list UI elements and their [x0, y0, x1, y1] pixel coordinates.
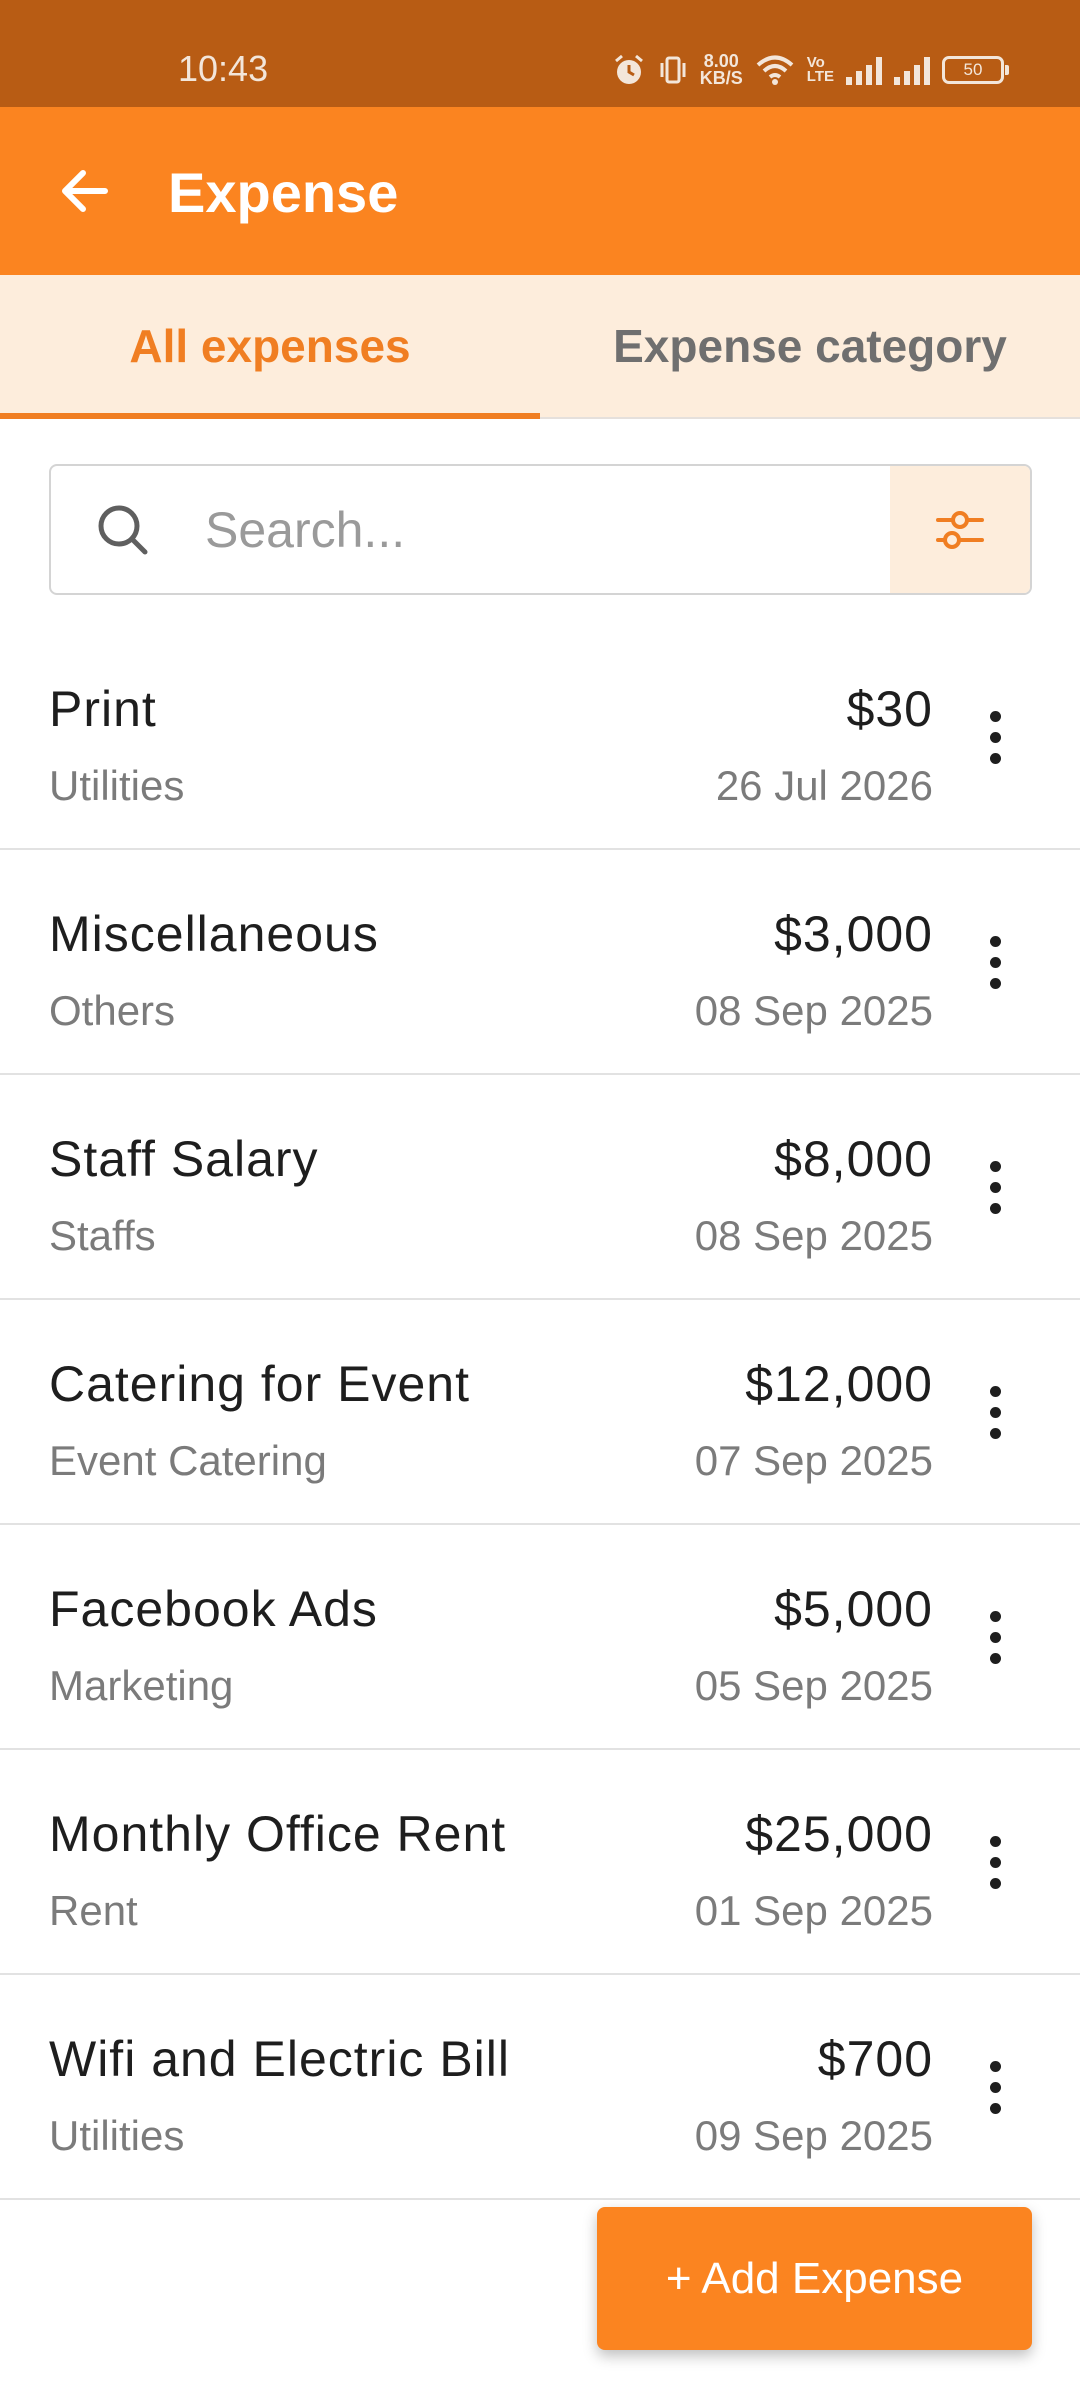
signal-icon — [894, 55, 930, 85]
expense-category: Rent — [49, 1887, 138, 1934]
expense-amount: $25,000 — [745, 1806, 933, 1862]
tab-all-expenses[interactable]: All expenses — [0, 275, 540, 419]
wifi-icon — [756, 55, 794, 85]
app-bar: Expense — [0, 107, 1080, 275]
list-item[interactable]: Monthly Office Rent Rent $25,000 01 Sep … — [0, 1750, 1080, 1975]
expense-category: Marketing — [49, 1662, 234, 1709]
expense-amount: $30 — [846, 681, 933, 737]
expense-amount: $3,000 — [774, 906, 933, 962]
expense-date: 09 Sep 2025 — [694, 2112, 933, 2159]
more-options-icon[interactable] — [970, 1362, 1020, 1462]
vibrate-icon — [660, 56, 686, 84]
expense-title: Wifi and Electric Bill — [49, 2031, 510, 2087]
more-options-icon[interactable] — [970, 912, 1020, 1012]
sliders-icon — [936, 510, 984, 549]
expense-title: Staff Salary — [49, 1131, 319, 1187]
more-options-icon[interactable] — [970, 2037, 1020, 2137]
expense-amount: $700 — [817, 2031, 933, 2087]
expense-amount: $8,000 — [774, 1131, 933, 1187]
expense-date: 26 Jul 2026 — [715, 762, 933, 809]
more-options-icon[interactable] — [970, 687, 1020, 787]
list-item[interactable]: Catering for Event Event Catering $12,00… — [0, 1300, 1080, 1525]
list-item[interactable]: Print Utilities $30 26 Jul 2026 — [0, 625, 1080, 850]
list-item[interactable]: Wifi and Electric Bill Utilities $700 09… — [0, 1975, 1080, 2200]
arrow-left-icon — [62, 170, 108, 212]
status-icons: 8.00 KB/S Vo LTE 50 — [612, 50, 1009, 90]
add-expense-button[interactable]: + Add Expense — [597, 2207, 1032, 2350]
back-button[interactable] — [52, 159, 116, 223]
expense-date: 08 Sep 2025 — [694, 1212, 933, 1259]
volte-indicator: Vo LTE — [806, 54, 834, 85]
expense-category: Staffs — [49, 1212, 156, 1259]
network-speed: 8.00 KB/S — [699, 51, 743, 88]
list-item[interactable]: Facebook Ads Marketing $5,000 05 Sep 202… — [0, 1525, 1080, 1750]
more-options-icon[interactable] — [970, 1587, 1020, 1687]
alarm-icon — [614, 54, 643, 84]
status-bar: 10:43 8.00 KB/S Vo LTE 50 — [0, 0, 1080, 107]
more-options-icon[interactable] — [970, 1137, 1020, 1237]
page-title: Expense — [168, 161, 399, 224]
expense-date: 07 Sep 2025 — [694, 1437, 933, 1484]
expense-list: Print Utilities $30 26 Jul 2026 Miscella… — [0, 625, 1080, 2200]
expense-title: Monthly Office Rent — [49, 1806, 507, 1862]
list-item[interactable]: Staff Salary Staffs $8,000 08 Sep 2025 — [0, 1075, 1080, 1300]
more-options-icon[interactable] — [970, 1812, 1020, 1912]
search-bar — [49, 464, 1032, 595]
expense-title: Catering for Event — [49, 1356, 470, 1412]
signal-icon — [846, 55, 882, 85]
expense-date: 08 Sep 2025 — [694, 987, 933, 1034]
expense-date: 01 Sep 2025 — [694, 1887, 933, 1934]
filter-button[interactable] — [890, 466, 1030, 593]
expense-title: Print — [49, 681, 157, 737]
expense-category: Utilities — [49, 762, 185, 809]
tab-expense-category[interactable]: Expense category — [540, 275, 1080, 417]
expense-title: Facebook Ads — [49, 1581, 378, 1637]
battery-icon: 50 — [942, 56, 1009, 84]
list-item[interactable]: Miscellaneous Others $3,000 08 Sep 2025 — [0, 850, 1080, 1075]
expense-amount: $12,000 — [745, 1356, 933, 1412]
expense-category: Event Catering — [49, 1437, 327, 1484]
expense-category: Utilities — [49, 2112, 185, 2159]
expense-amount: $5,000 — [774, 1581, 933, 1637]
tab-bar: All expenses Expense category — [0, 275, 1080, 419]
expense-title: Miscellaneous — [49, 906, 379, 962]
status-time: 10:43 — [178, 48, 269, 89]
search-input[interactable] — [205, 466, 905, 593]
search-icon — [98, 505, 148, 555]
expense-category: Others — [49, 987, 176, 1034]
expense-date: 05 Sep 2025 — [694, 1662, 933, 1709]
